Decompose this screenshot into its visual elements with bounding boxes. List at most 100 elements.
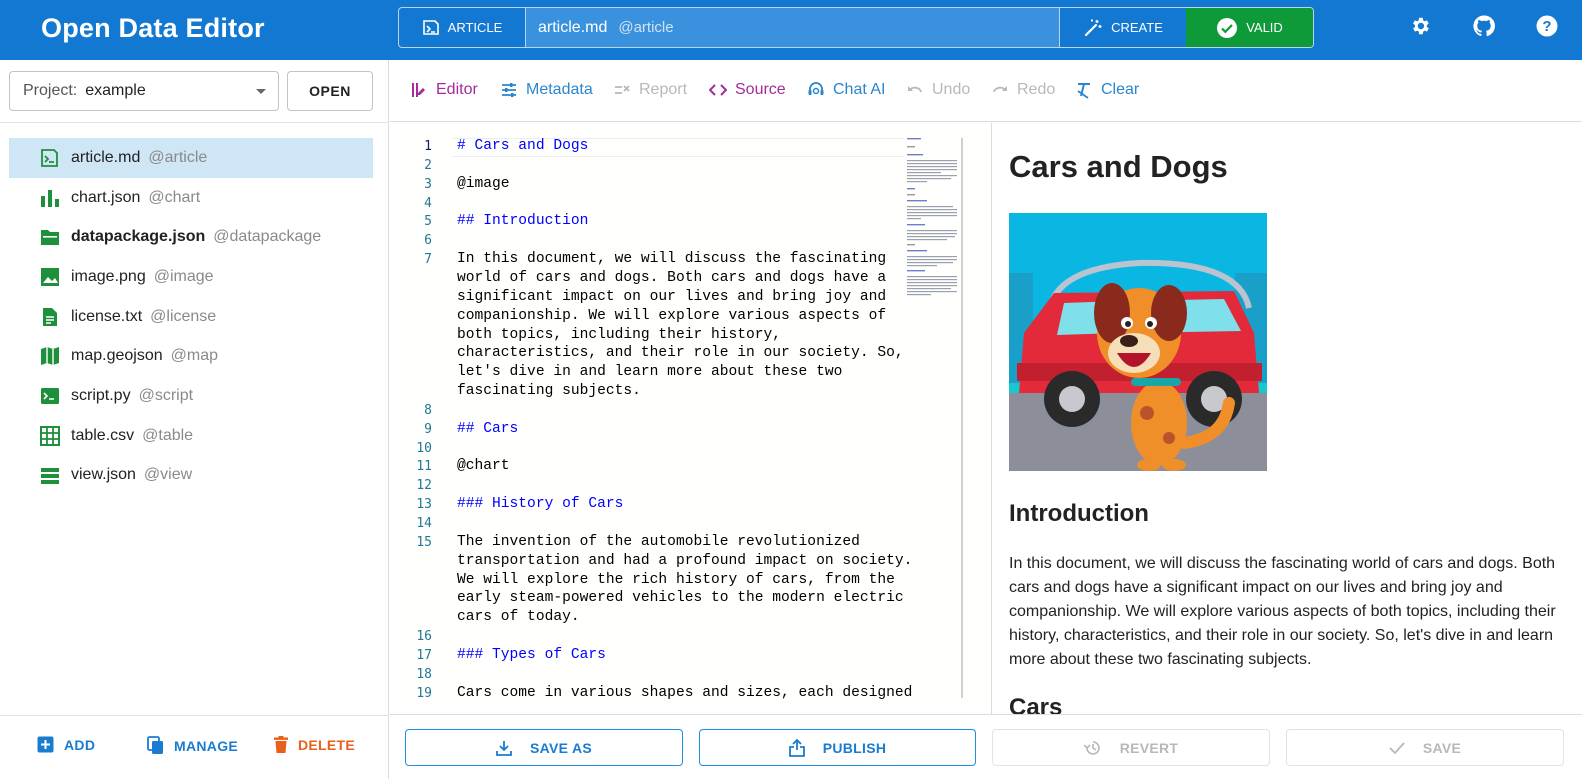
file-list-item[interactable]: image.png @image (9, 257, 373, 297)
file-tag: @datapackage (213, 228, 322, 246)
line-number: 14 (416, 516, 432, 531)
line-number: 3 (424, 176, 432, 192)
file-list-item[interactable]: script.py @script (9, 376, 373, 416)
editor-icon (412, 83, 425, 97)
delete-label: DELETE (298, 736, 356, 753)
view-icon (41, 467, 59, 484)
tab-chat-ai[interactable]: Chat AI (807, 81, 885, 99)
support-agent-icon (808, 82, 824, 95)
check-icon (1389, 741, 1405, 754)
article-image (1009, 213, 1267, 471)
redo-icon (993, 86, 1007, 93)
create-button[interactable]: CREATE (1059, 8, 1186, 47)
action-bar: SAVE AS PUBLISH REVERT SAVE (390, 714, 1582, 779)
project-select[interactable]: Project: example (9, 71, 279, 111)
magic-wand-icon (1085, 19, 1102, 36)
project-select-label: Project: (23, 82, 78, 99)
code-line: ### Types of Cars (457, 646, 606, 663)
file-list-item[interactable]: article.md @article (9, 138, 373, 178)
tab-source[interactable]: Source (709, 81, 786, 99)
line-number: 5 (424, 214, 432, 230)
delete-button[interactable]: DELETE (274, 736, 355, 753)
line-number: 4 (424, 195, 432, 211)
tab-report[interactable]: Report (613, 81, 687, 99)
file-tag: @license (150, 307, 217, 325)
download-icon (496, 740, 512, 756)
rule-icon (615, 85, 630, 94)
github-icon[interactable] (1472, 14, 1496, 38)
code-line: transportation and had a profound impact… (457, 552, 913, 569)
revert-button[interactable]: REVERT (992, 729, 1270, 766)
line-number: 1 (424, 139, 432, 154)
file-list-item[interactable]: map.geojson @map (9, 336, 373, 376)
file-name: datapackage.json (71, 228, 206, 246)
line-number: 7 (424, 252, 432, 268)
file-name: script.py (71, 386, 131, 404)
file-tag: @chart (148, 188, 201, 206)
add-button[interactable]: ADD (37, 736, 95, 753)
code-line: Cars come in various shapes and sizes, e… (457, 684, 913, 701)
upload-icon (788, 738, 805, 757)
publish-button[interactable]: PUBLISH (699, 729, 976, 766)
editor-toolbar: Editor Metadata Report Source Chat AI Un… (390, 60, 1582, 122)
chart-icon (41, 189, 59, 207)
save-as-button[interactable]: SAVE AS (405, 729, 683, 766)
code-line: significant impact on our lives and brin… (457, 288, 887, 305)
code-icon (709, 84, 727, 96)
manage-label: MANAGE (174, 737, 239, 754)
file-header-bar: ARTICLE article.md @article CREATE VALID (398, 7, 1314, 48)
settings-gear-icon[interactable] (1408, 14, 1432, 38)
tab-editor[interactable]: Editor (410, 81, 478, 99)
code-line: characteristics, and their role in our s… (457, 345, 904, 362)
publish-label: PUBLISH (822, 739, 887, 756)
file-name: chart.json (71, 188, 141, 206)
file-path: article.md (538, 18, 608, 36)
line-number: 16 (416, 629, 432, 645)
help-icon[interactable]: ? (1535, 14, 1559, 38)
undo-button[interactable]: Undo (906, 81, 970, 99)
editor-scrollbar[interactable] (961, 138, 963, 698)
file-path-field[interactable]: article.md @article (526, 8, 1059, 47)
add-box-icon (37, 736, 54, 753)
revert-label: REVERT (1119, 739, 1179, 756)
tab-metadata-label: Metadata (526, 81, 593, 98)
image-icon (41, 268, 59, 287)
file-list-item[interactable]: view.json @view (9, 456, 373, 496)
open-project-button[interactable]: OPEN (287, 71, 373, 111)
valid-status-button[interactable]: VALID (1186, 8, 1313, 47)
tab-metadata[interactable]: Metadata (500, 81, 593, 99)
save-button[interactable]: SAVE (1286, 729, 1564, 766)
code-editor[interactable]: 1 2 3 4 5 6 7 8 9 10 11 12 13 14 15 16 17 18 19 # Cars and… (390, 123, 992, 714)
code-line: The invention of the automobile revoluti… (457, 533, 860, 550)
app-title: Open Data Editor (41, 13, 265, 43)
terminal-icon (41, 388, 59, 405)
line-number: 17 (416, 647, 432, 663)
file-name: image.png (71, 267, 146, 285)
undo-icon (908, 86, 922, 93)
file-tag: @article (148, 148, 208, 166)
clear-button[interactable]: Clear (1075, 81, 1139, 99)
file-text-icon (43, 307, 57, 326)
code-line: @image (457, 175, 510, 192)
file-path-tag: @article (618, 19, 674, 36)
file-tag: @view (143, 466, 193, 484)
file-list-item[interactable]: chart.json @chart (9, 178, 373, 218)
file-list-item[interactable]: datapackage.json @datapackage (9, 217, 373, 257)
file-name: view.json (71, 466, 136, 484)
line-number: 19 (416, 685, 432, 701)
redo-button[interactable]: Redo (991, 81, 1055, 99)
code-line: fascinating subjects. (457, 383, 641, 400)
minimap[interactable] (907, 136, 963, 306)
file-tag: @table (142, 426, 194, 444)
project-select-value: example (85, 82, 146, 99)
trash-icon (274, 736, 288, 753)
file-type-button[interactable]: ARTICLE (399, 8, 526, 47)
valid-label: VALID (1246, 20, 1283, 35)
tab-chat-ai-label: Chat AI (833, 81, 886, 98)
add-label: ADD (64, 736, 96, 753)
preview-title: Cars and Dogs (1009, 149, 1228, 184)
manage-button[interactable]: MANAGE (147, 736, 238, 755)
tab-editor-label: Editor (436, 81, 478, 98)
file-list-item[interactable]: license.txt @license (9, 297, 373, 337)
file-list-item[interactable]: table.csv @table (9, 416, 373, 456)
